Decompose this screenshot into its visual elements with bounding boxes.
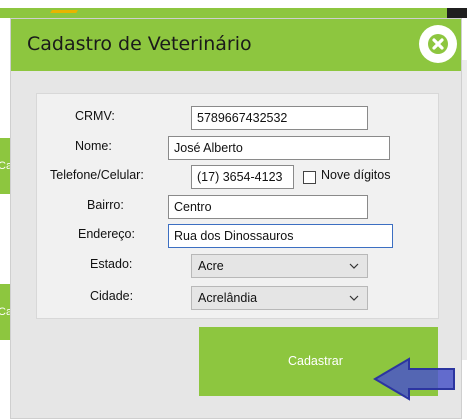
nove-digitos-label: Nove dígitos (321, 168, 391, 182)
telefone-label: Telefone/Celular: (50, 168, 144, 182)
estado-selected-value: Acre (198, 259, 224, 273)
background-dark-corner (447, 8, 467, 18)
close-x-icon (428, 34, 448, 54)
estado-row: Estado: Acre (37, 254, 440, 278)
telefone-row: Telefone/Celular: Nove dígitos (37, 165, 440, 189)
nome-input[interactable] (168, 136, 390, 160)
chevron-down-icon (349, 295, 359, 301)
endereco-label: Endereço: (78, 227, 135, 241)
background-top-bar (0, 0, 467, 18)
form-panel: CRMV: Nome: Telefone/Celular: Nove dígit… (36, 93, 439, 319)
chevron-down-icon (349, 263, 359, 269)
crmv-row: CRMV: (37, 106, 440, 130)
background-side-button: Ca (0, 284, 10, 340)
left-arrow-pointer-icon (373, 357, 455, 401)
crmv-input[interactable] (191, 106, 368, 130)
crmv-label: CRMV: (75, 109, 115, 123)
bairro-row: Bairro: (37, 195, 440, 219)
cidade-row: Cidade: Acrelândia (37, 286, 440, 310)
veterinarian-dialog: Cadastro de Veterinário CRMV: Nome: Tele… (10, 18, 462, 419)
background-side-button: Cad (0, 138, 10, 194)
nove-digitos-checkbox[interactable] (303, 171, 316, 184)
dialog-title: Cadastro de Veterinário (27, 33, 252, 55)
cidade-label: Cidade: (90, 289, 134, 303)
bairro-input[interactable] (168, 195, 368, 219)
cidade-select[interactable]: Acrelândia (191, 286, 368, 310)
nome-row: Nome: (37, 136, 440, 160)
dialog-header: Cadastro de Veterinário (11, 19, 461, 71)
estado-select[interactable]: Acre (191, 254, 368, 278)
bairro-label: Bairro: (87, 198, 124, 212)
cadastrar-label: Cadastrar (288, 354, 343, 368)
cidade-selected-value: Acrelândia (198, 291, 258, 305)
endereco-row: Endereço: (37, 224, 440, 248)
nome-label: Nome: (75, 139, 112, 153)
estado-label: Estado: (90, 257, 133, 271)
endereco-input[interactable] (168, 224, 393, 248)
telefone-input[interactable] (191, 165, 294, 189)
close-button[interactable] (419, 25, 457, 63)
